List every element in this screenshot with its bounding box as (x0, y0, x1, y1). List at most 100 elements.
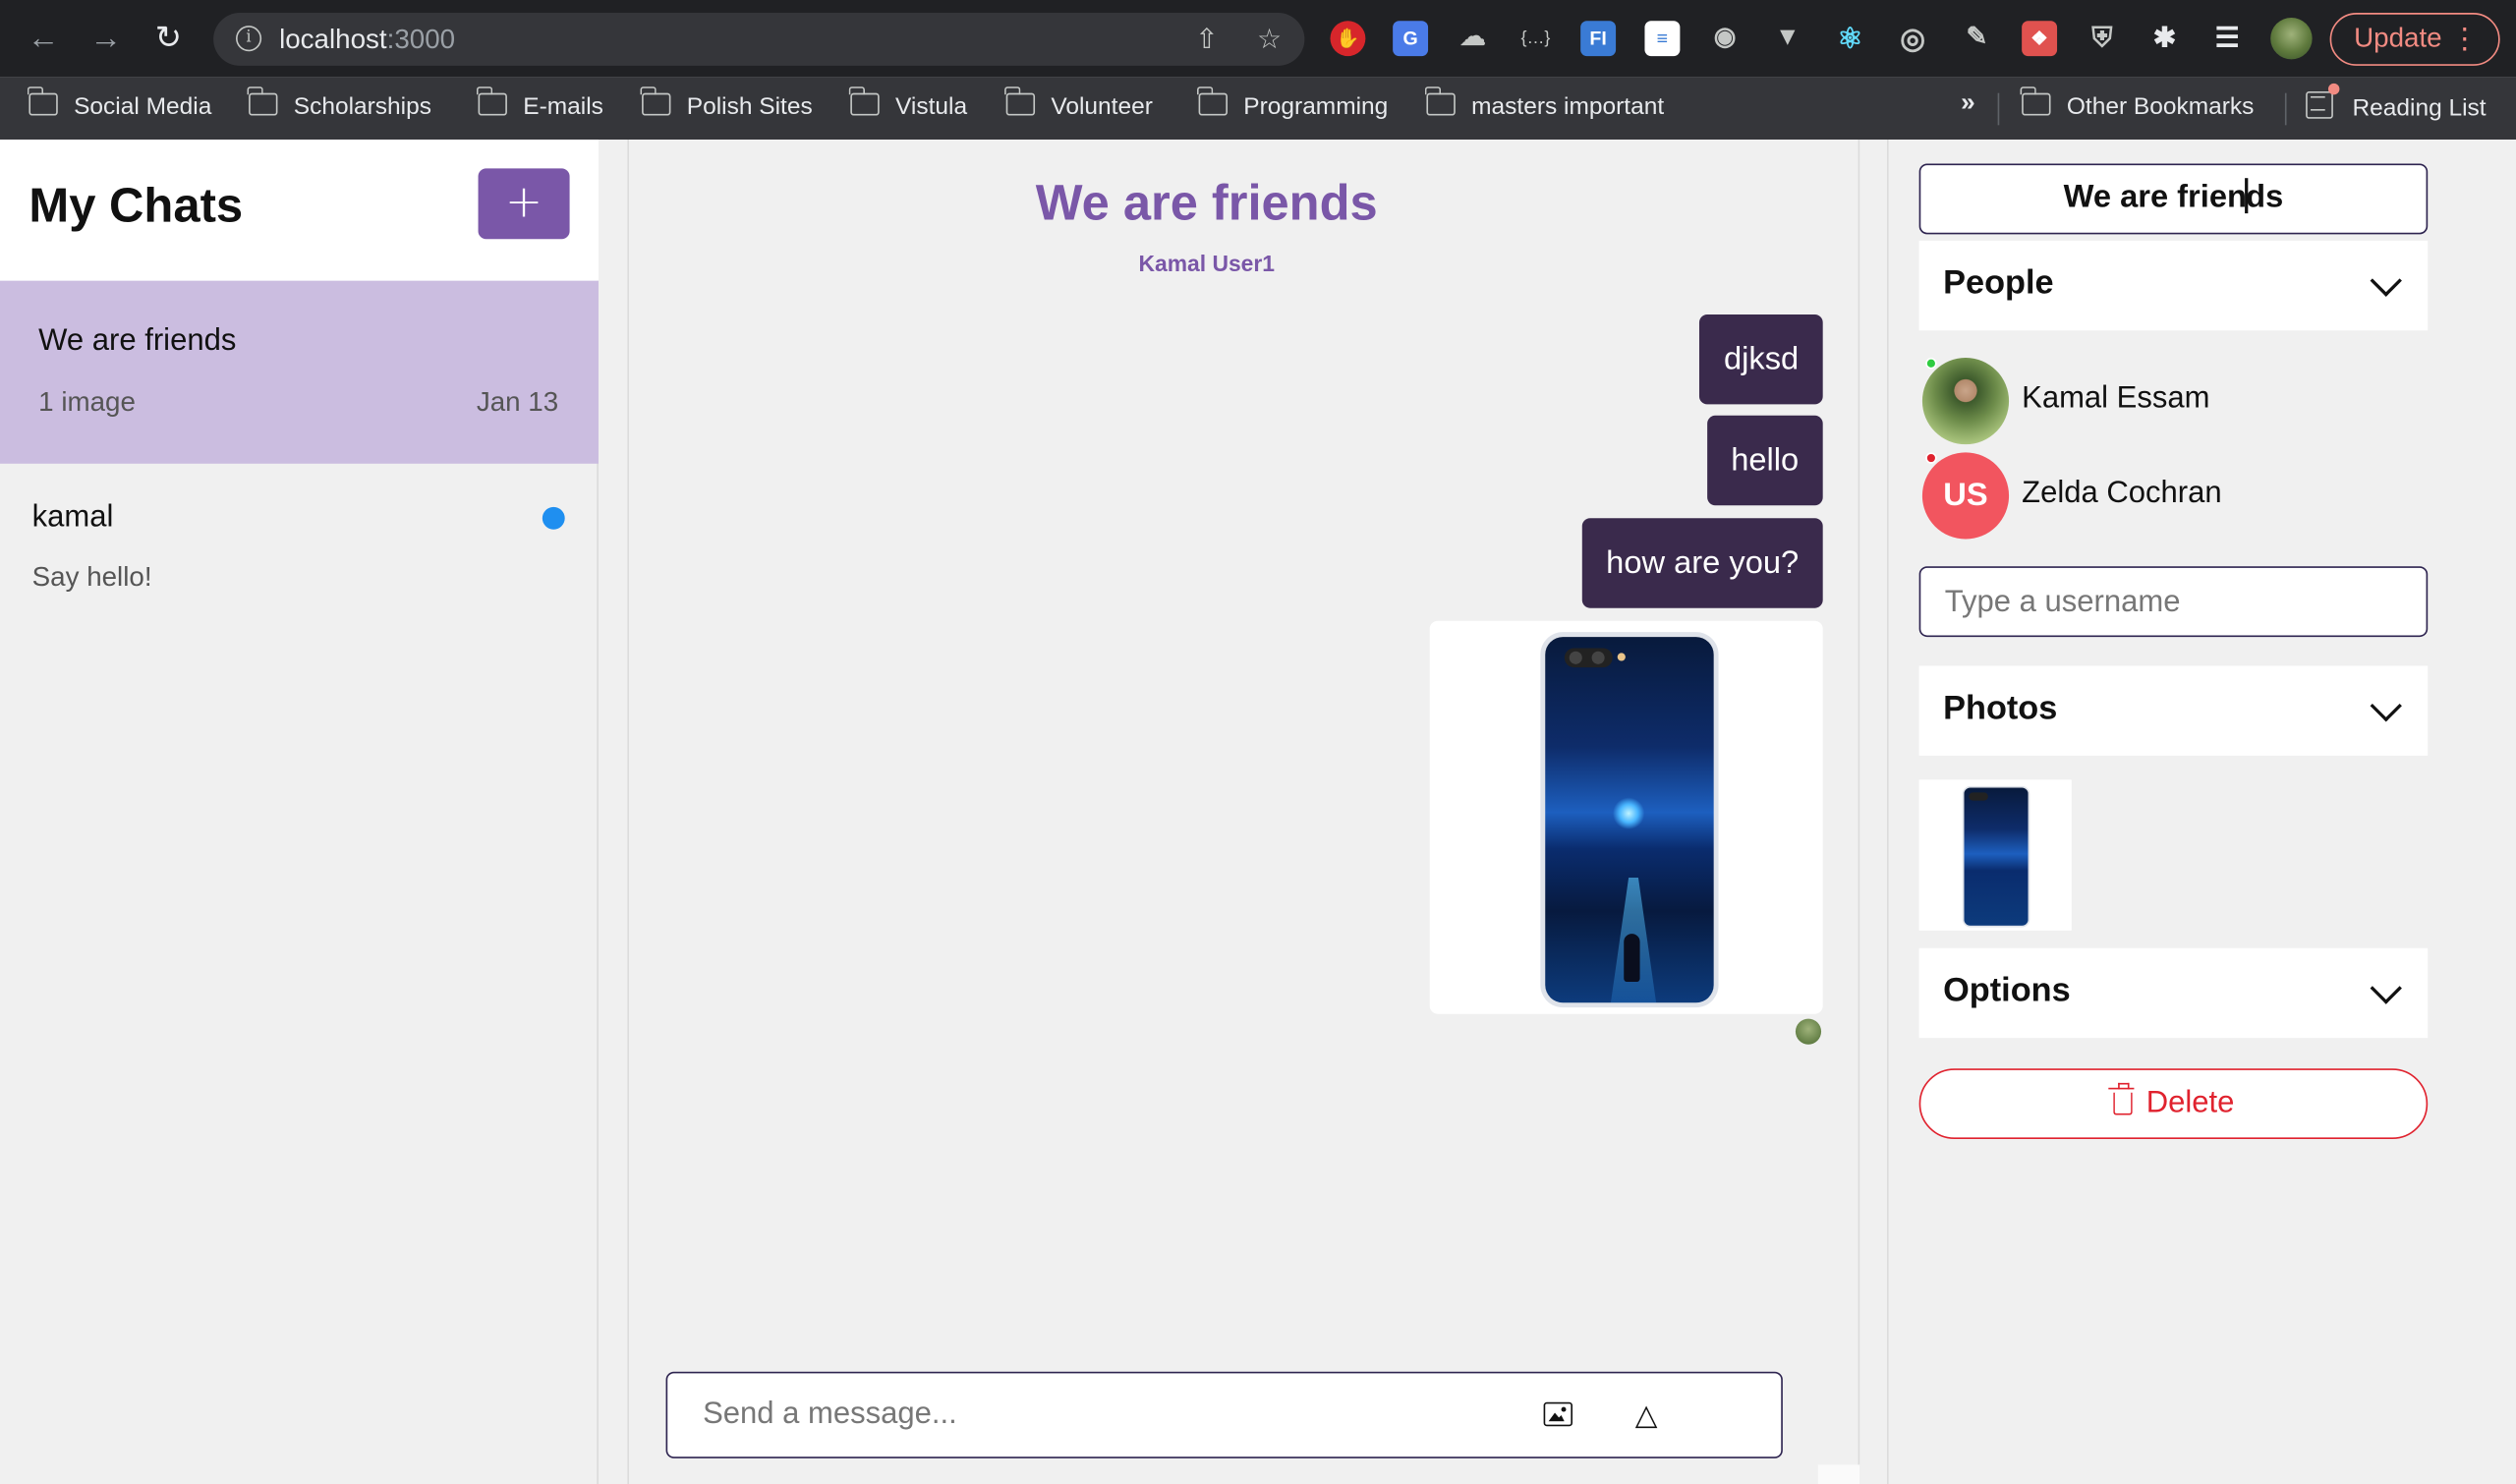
bookmarks-bar: Social Media Scholarships E-mails Polish… (0, 77, 2516, 141)
message-bubble: djksd (1699, 314, 1823, 405)
chat-participants: Kamal User1 (1138, 250, 1275, 276)
vue-extension-icon[interactable]: ▼ (1770, 21, 1805, 56)
people-section-header[interactable]: People (1918, 240, 2429, 331)
update-button[interactable]: Update ⋮ (2329, 13, 2500, 66)
delete-chat-button[interactable]: Delete (1918, 1068, 2429, 1140)
chat-card-title: kamal (31, 500, 114, 535)
avatar: US (1921, 452, 2010, 540)
notes-extension-icon[interactable]: ≡ (1644, 21, 1681, 57)
folder-icon (849, 86, 880, 116)
online-status-indicator (1925, 358, 1937, 370)
media-control-icon[interactable]: ☰ (2209, 21, 2245, 56)
bookmark-folder[interactable]: Volunteer (1004, 86, 1153, 124)
bookmark-folder[interactable]: Polish Sites (641, 86, 813, 124)
image-message[interactable] (1429, 620, 1823, 1014)
adblock-extension-icon[interactable]: ✋ (1330, 21, 1366, 57)
chat-card-kamal[interactable]: kamal Say hello! (0, 464, 599, 641)
folder-icon (28, 86, 58, 116)
app-root: ← → ↻ i localhost:3000 ⇧ ☆ ✋ G ☁ {…} FI … (0, 0, 2516, 1484)
folder-icon (1197, 86, 1228, 116)
chat-title: We are friends (1035, 174, 1378, 232)
folder-icon (1425, 86, 1456, 116)
unread-indicator (542, 506, 565, 530)
chat-card-preview: 1 image (38, 386, 136, 418)
bookmark-folder[interactable]: Scholarships (248, 86, 431, 124)
color-picker-extension-icon[interactable]: ✎ (1959, 21, 1994, 56)
bookmark-star-icon[interactable]: ☆ (1253, 24, 1286, 56)
shield-extension-icon[interactable]: ⛨ (2085, 21, 2120, 56)
fi-extension-icon[interactable]: FI (1580, 21, 1617, 57)
camera-detail (1564, 648, 1613, 668)
bookmarks-overflow-button[interactable]: » (1961, 89, 1975, 118)
section-label: Options (1943, 972, 2071, 1009)
trash-icon (2107, 1082, 2134, 1115)
photos-section-header[interactable]: Photos (1918, 665, 2429, 756)
menu-dots-icon[interactable]: ⋮ (2450, 15, 2479, 63)
bookmark-folder[interactable]: Social Media (28, 86, 211, 124)
chat-card-preview: Say hello! (31, 561, 152, 593)
read-receipt-avatar (1795, 1018, 1822, 1045)
section-label: Photos (1943, 689, 2058, 727)
scrollbar-corner (1817, 1464, 1860, 1484)
share-icon[interactable]: ⇧ (1190, 24, 1223, 56)
section-label: People (1943, 264, 2054, 302)
offline-status-indicator (1925, 452, 1937, 464)
translate-extension-icon[interactable]: G (1393, 21, 1429, 57)
message-image[interactable] (1540, 632, 1719, 1008)
browser-toolbar: ← → ↻ i localhost:3000 ⇧ ☆ ✋ G ☁ {…} FI … (0, 0, 2516, 78)
username-input[interactable] (1944, 582, 2394, 625)
url-text[interactable]: localhost:3000 (279, 24, 455, 56)
other-bookmarks[interactable]: Other Bookmarks (2021, 86, 2254, 124)
divider (1997, 92, 2000, 126)
person-name: Zelda Cochran (2022, 476, 2222, 511)
forward-icon[interactable]: → (89, 23, 122, 55)
reading-list[interactable]: Reading List (2306, 83, 2487, 124)
back-icon[interactable]: ← (28, 23, 60, 55)
folder-icon (2021, 86, 2051, 116)
folder-icon (477, 86, 507, 116)
new-chat-button[interactable]: + (478, 168, 570, 240)
extensions-puzzle-icon[interactable]: ✱ (2146, 21, 2182, 56)
address-bar[interactable]: i localhost:3000 ⇧ ☆ (213, 13, 1305, 66)
avatar (1921, 358, 2010, 445)
cloud-extension-icon[interactable]: ☁ (1456, 21, 1491, 56)
redux-extension-icon[interactable]: ❖ (2022, 21, 2058, 57)
react-extension-icon[interactable]: ⚛ (1832, 21, 1867, 56)
screenshot-extension-icon[interactable]: ◉ (1707, 21, 1743, 56)
site-info-icon[interactable]: i (235, 26, 262, 52)
message-bubble: hello (1706, 415, 1823, 506)
chat-settings-panel: We are friends People Kamal Essam US Zel… (1886, 140, 2516, 1484)
json-extension-icon[interactable]: {…} (1517, 21, 1553, 56)
chat-card-title: We are friends (38, 323, 237, 359)
chat-card-we-are-friends[interactable]: We are friends 1 image Jan 13 (0, 280, 599, 464)
chevron-down-icon[interactable] (2370, 690, 2402, 722)
folder-icon (1004, 86, 1036, 116)
message-composer: △ (665, 1371, 1783, 1458)
target-extension-icon[interactable]: ◎ (1895, 21, 1930, 56)
message-input[interactable] (703, 1392, 1473, 1438)
divider (2284, 92, 2287, 126)
thumbnail-image (1962, 785, 2030, 928)
bookmark-folder[interactable]: Programming (1197, 86, 1388, 124)
photo-thumbnail[interactable] (1918, 779, 2072, 931)
reading-list-icon (2306, 83, 2340, 119)
bookmark-folder[interactable]: E-mails (477, 86, 603, 124)
image-upload-icon[interactable] (1543, 1401, 1572, 1427)
options-section-header[interactable]: Options (1918, 947, 2429, 1039)
flash-detail (1617, 653, 1626, 661)
chat-feed: We are friends Kamal User1 djksd hello h… (627, 140, 1860, 1484)
reload-icon[interactable]: ↻ (152, 23, 185, 55)
bookmark-folder[interactable]: masters important (1425, 86, 1664, 124)
chevron-down-icon[interactable] (2370, 972, 2402, 1004)
send-icon[interactable]: △ (1631, 1400, 1660, 1429)
chat-title-input[interactable]: We are friends (1918, 163, 2429, 235)
folder-icon (641, 86, 671, 116)
add-member-field[interactable] (1918, 566, 2429, 638)
chat-list-header: My Chats + (0, 140, 599, 281)
profile-avatar[interactable] (2270, 17, 2313, 60)
chat-list-panel: My Chats + We are friends 1 image Jan 13… (0, 140, 599, 1484)
page-title: My Chats (29, 179, 244, 233)
message-bubble: how are you? (1581, 518, 1823, 608)
chevron-down-icon[interactable] (2370, 264, 2402, 297)
bookmark-folder[interactable]: Vistula (849, 86, 967, 124)
